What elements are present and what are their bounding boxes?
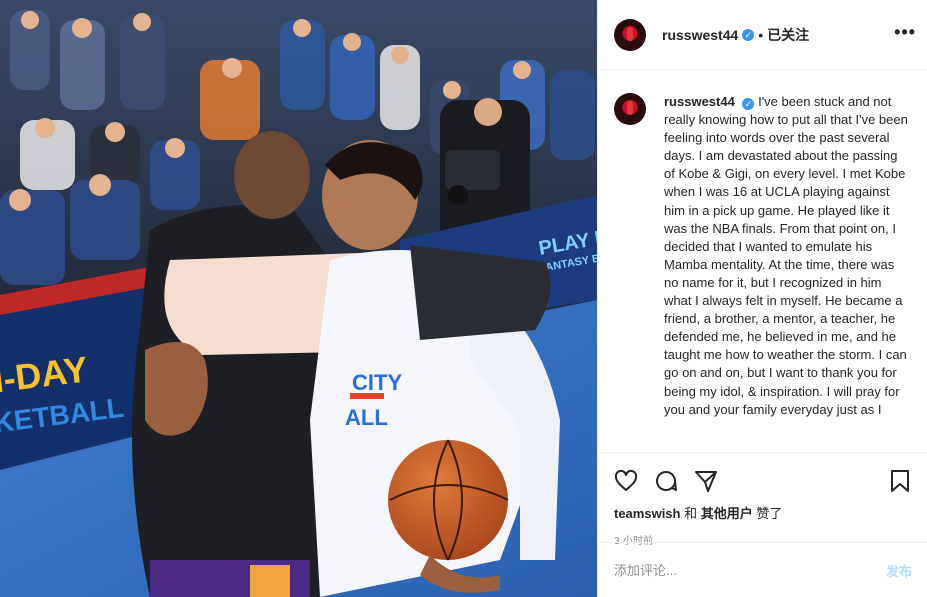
bookmark-icon[interactable] <box>888 469 912 493</box>
post-side-panel: russwest44 ✓ • 已关注 ••• russwest44 ✓ I've… <box>597 0 927 597</box>
comment-composer: 发布 <box>598 542 927 597</box>
comment-input[interactable] <box>614 562 886 578</box>
caption-verified-badge-icon: ✓ <box>742 98 755 110</box>
comments-area[interactable]: russwest44 ✓ I've been stuck and not rea… <box>598 71 927 451</box>
heart-icon[interactable] <box>614 469 638 493</box>
post-photo-illustration: I-DAY KETBALL PLAY FR FANTASY BA CITY AL… <box>0 0 597 597</box>
post-header: russwest44 ✓ • 已关注 ••• <box>598 0 927 70</box>
avatar[interactable] <box>614 18 646 51</box>
likes-suffix: 赞了 <box>756 506 783 521</box>
separator-dot: • <box>758 26 764 43</box>
likes-others-link[interactable]: 其他用户 <box>701 506 753 521</box>
action-icons-row <box>614 461 912 501</box>
jersey-text-2: ALL <box>345 405 388 430</box>
action-bar: teamswish 和 其他用户 赞了 3 小时前 <box>598 452 927 547</box>
basketball-graphic <box>388 440 508 560</box>
paper-plane-icon[interactable] <box>694 469 718 493</box>
likes-conjunction: 和 <box>684 506 698 521</box>
verified-badge-icon: ✓ <box>742 28 755 41</box>
likes-summary: teamswish 和 其他用户 赞了 <box>614 503 912 522</box>
post-caption: russwest44 ✓ I've been stuck and not rea… <box>664 93 910 451</box>
header-username[interactable]: russwest44 <box>662 27 738 43</box>
caption-username[interactable]: russwest44 <box>664 94 735 109</box>
follow-status-button[interactable]: 已关注 <box>767 25 809 45</box>
more-options-icon[interactable]: ••• <box>894 22 916 43</box>
caption-avatar[interactable] <box>614 93 646 125</box>
jersey-text-1: CITY <box>352 370 402 395</box>
post-photo[interactable]: I-DAY KETBALL PLAY FR FANTASY BA CITY AL… <box>0 0 597 597</box>
speech-bubble-icon[interactable] <box>654 469 678 493</box>
liked-by-user[interactable]: teamswish <box>614 506 680 521</box>
post-comment-button[interactable]: 发布 <box>886 561 912 580</box>
caption-text: I've been stuck and not really knowing h… <box>664 94 908 417</box>
